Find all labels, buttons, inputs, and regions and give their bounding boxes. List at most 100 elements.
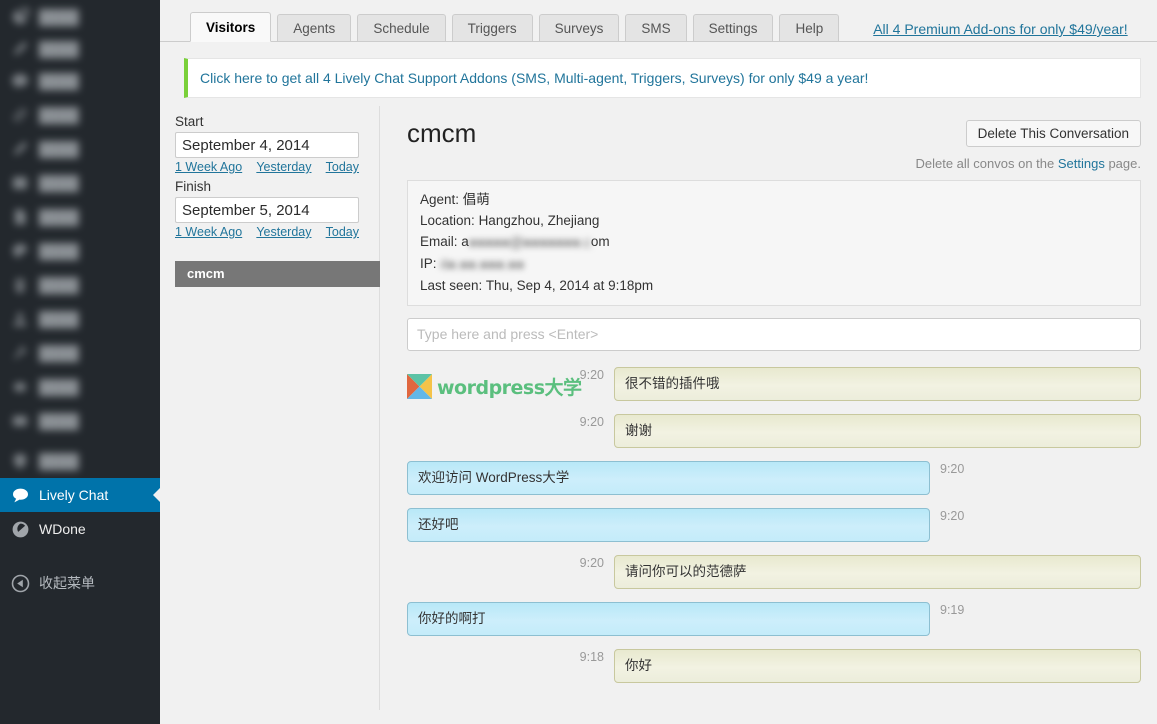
start-quick-yesterday[interactable]: Yesterday: [256, 160, 311, 174]
wdone-icon: [10, 519, 30, 539]
pencil-icon: [10, 139, 30, 159]
tab-sms[interactable]: SMS: [625, 14, 687, 42]
message-row-agent: 9:20 谢谢: [407, 413, 1141, 448]
sidebar-item-redacted-2[interactable]: ████: [0, 64, 160, 98]
message-row-visitor: 还好吧 9:20: [407, 507, 1141, 542]
tab-help[interactable]: Help: [779, 14, 840, 42]
info-location-row: Location: Hangzhou, Zhejiang: [420, 210, 1128, 231]
info-location-value: Hangzhou, Zhejiang: [478, 213, 600, 228]
start-quick-today[interactable]: Today: [326, 160, 359, 174]
wpdaxue-diamond-icon: [407, 373, 432, 399]
box-icon: [10, 411, 30, 431]
media-icon: [10, 173, 30, 193]
sidebar-item-redacted-12[interactable]: ████: [0, 404, 160, 438]
message-timestamp: 9:20: [579, 367, 604, 382]
start-date-input[interactable]: [175, 132, 359, 158]
start-date-label: Start: [175, 114, 204, 129]
collapse-arrow-icon: [10, 573, 30, 593]
sidebar-item-redacted-13[interactable]: ████: [0, 444, 160, 478]
info-lastseen-value: Thu, Sep 4, 2014 at 9:18pm: [485, 277, 654, 293]
info-email-row: Email: a●●●●●@●●●●●●●.com: [420, 231, 1128, 253]
message-timestamp: 9:20: [940, 461, 965, 476]
message-bubble: 谢谢: [614, 413, 1141, 448]
message-list: wordpress大学 9:20 很不错的插件哦 9:20 谢谢 欢迎访问 WordPr…: [407, 366, 1141, 683]
info-agent-label: Agent:: [420, 192, 460, 207]
finish-quick-today[interactable]: Today: [326, 225, 359, 239]
message-timestamp: 9:20: [579, 555, 604, 570]
tab-agents[interactable]: Agents: [277, 14, 352, 42]
sidebar-item-label: ████: [39, 141, 79, 157]
sidebar-item-redacted-0[interactable]: ████: [0, 0, 160, 34]
finish-date-input[interactable]: [175, 197, 359, 223]
sidebar-item-label: ████: [39, 277, 79, 293]
sidebar-item-lively-chat[interactable]: Lively Chat: [0, 478, 160, 512]
chat-bubble-icon: [10, 485, 30, 505]
delete-conversation-button[interactable]: Delete This Conversation: [965, 120, 1141, 147]
sidebar-item-label: ████: [39, 413, 79, 429]
finish-quick-links: 1 Week Ago Yesterday Today: [175, 225, 359, 239]
sidebar-item-redacted-7[interactable]: ████: [0, 234, 160, 268]
dashboard-icon: [10, 7, 30, 27]
info-ip-redacted: 4●.●●.●●●.●●: [440, 256, 525, 272]
appearance-icon: [10, 241, 30, 261]
sidebar-item-redacted-11[interactable]: ████: [0, 370, 160, 404]
info-email-redacted: ●●●●●@●●●●●●●.c: [468, 234, 591, 250]
info-lastseen-row: Last seen: Thu, Sep 4, 2014 at 9:18pm: [420, 275, 1128, 296]
info-agent-value: 倡萌: [462, 192, 490, 207]
delete-all-note: Delete all convos on the Settings page.: [915, 156, 1141, 171]
promo-banner[interactable]: Click here to get all 4 Lively Chat Supp…: [184, 58, 1141, 98]
sidebar-item-label: ████: [39, 73, 79, 89]
message-row-agent: 9:18 你好: [407, 648, 1141, 683]
sidebar-item-label: Lively Chat: [39, 487, 109, 503]
settings-icon: [10, 377, 30, 397]
sidebar-item-label: WDone: [39, 521, 86, 537]
sidebar-item-redacted-8[interactable]: ████: [0, 268, 160, 302]
tab-visitors[interactable]: Visitors: [190, 12, 272, 42]
settings-link[interactable]: Settings: [1058, 156, 1105, 171]
start-quick-links: 1 Week Ago Yesterday Today: [175, 160, 359, 174]
tab-triggers[interactable]: Triggers: [451, 14, 533, 42]
pencil-icon: [10, 39, 30, 59]
users-icon: [10, 309, 30, 329]
sidebar-item-redacted-4[interactable]: ████: [0, 132, 160, 166]
info-agent-row: Agent: 倡萌: [420, 189, 1128, 210]
info-ip-label: IP:: [420, 255, 437, 271]
sidebar-item-label: ████: [39, 175, 79, 191]
sidebar-item-label: ████: [39, 345, 79, 361]
message-timestamp: 9:18: [579, 649, 604, 664]
finish-quick-yesterday[interactable]: Yesterday: [256, 225, 311, 239]
plugin-icon: [10, 275, 30, 295]
message-bubble: 你好: [614, 648, 1141, 683]
info-email-prefix: a: [461, 234, 469, 249]
tools-icon: [10, 343, 30, 363]
sidebar-item-redacted-9[interactable]: ████: [0, 302, 160, 336]
sidebar-item-label: ████: [39, 379, 79, 395]
promo-banner-wrap: Click here to get all 4 Lively Chat Supp…: [160, 42, 1157, 98]
sidebar-item-redacted-6[interactable]: ████: [0, 200, 160, 234]
start-quick-1week[interactable]: 1 Week Ago: [175, 160, 242, 174]
sidebar-item-label: ████: [39, 243, 79, 259]
premium-addons-link[interactable]: All 4 Premium Add-ons for only $49/year!: [873, 21, 1127, 37]
wp-admin-sidebar: ████ ████ ████ ████ ████ ████ ████ ████ ████ ████…: [0, 0, 160, 724]
sidebar-item-wdone[interactable]: WDone: [0, 512, 160, 546]
sidebar-item-label: ████: [39, 453, 79, 469]
finish-quick-1week[interactable]: 1 Week Ago: [175, 225, 242, 239]
sidebar-item-collapse-menu[interactable]: 收起菜单: [0, 566, 160, 600]
conversation-list-item[interactable]: cmcm: [175, 261, 380, 287]
shield-icon: [10, 451, 30, 471]
info-ip-row: IP: 4●.●●.●●●.●●: [420, 253, 1128, 275]
sidebar-item-redacted-5[interactable]: ████: [0, 166, 160, 200]
chat-message-input[interactable]: [407, 317, 1141, 351]
sidebar-item-label: ████: [39, 311, 79, 327]
tab-surveys[interactable]: Surveys: [538, 14, 620, 42]
visitor-info-box: Agent: 倡萌 Location: Hangzhou, Zhejiang E…: [407, 180, 1141, 306]
sidebar-item-redacted-1[interactable]: ████: [0, 32, 160, 66]
message-row-visitor: 欢迎访问 WordPress大学 9:20: [407, 460, 1141, 495]
sidebar-item-redacted-3[interactable]: ████: [0, 98, 160, 132]
sidebar-item-redacted-10[interactable]: ████: [0, 336, 160, 370]
tab-schedule[interactable]: Schedule: [357, 14, 446, 42]
promo-banner-link[interactable]: Click here to get all 4 Lively Chat Supp…: [200, 70, 868, 86]
tab-settings[interactable]: Settings: [692, 14, 774, 42]
sidebar-item-label: ████: [39, 41, 79, 57]
message-timestamp: 9:20: [579, 414, 604, 429]
